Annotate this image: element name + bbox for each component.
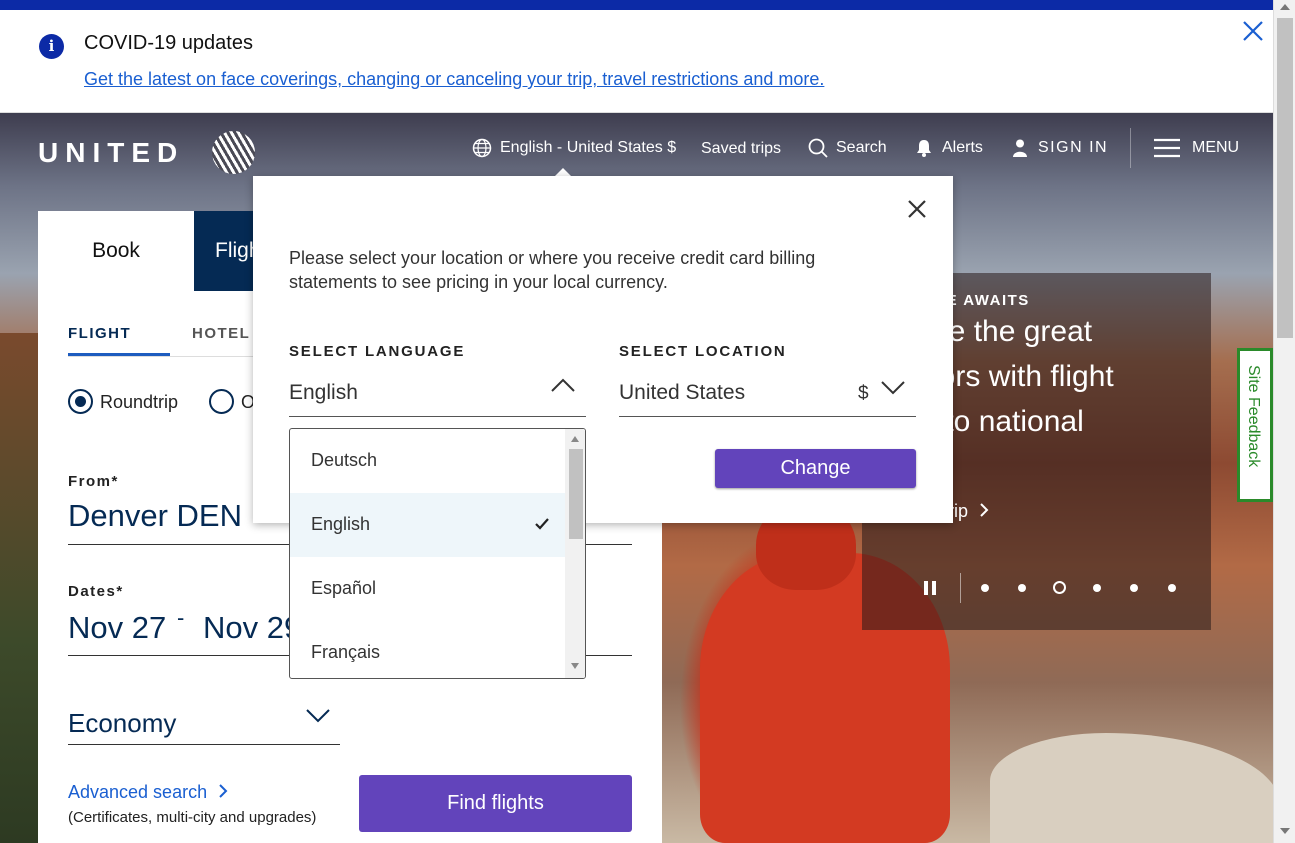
search-label: Search: [836, 139, 887, 156]
carousel-divider: [960, 573, 961, 603]
covid-link[interactable]: Get the latest on face coverings, changi…: [84, 69, 824, 90]
advanced-search-link[interactable]: Advanced search: [68, 782, 228, 803]
date-separator: -: [177, 605, 185, 630]
carousel-dot[interactable]: [981, 584, 989, 592]
top-stripe: [0, 0, 1273, 10]
language-underline: [289, 416, 586, 417]
language-option-selected[interactable]: English: [290, 493, 565, 557]
language-option-label: English: [311, 514, 371, 534]
location-underline: [619, 416, 916, 417]
popup-description: Please select your location or where you…: [289, 248, 816, 292]
checkmark-icon: [535, 518, 549, 530]
menu-label: MENU: [1192, 139, 1240, 156]
page-scrollbar[interactable]: [1273, 0, 1295, 843]
sign-in-link[interactable]: SIGN IN: [1010, 138, 1108, 158]
saved-trips-label: Saved trips: [701, 140, 782, 157]
carousel-dot[interactable]: [1168, 584, 1176, 592]
close-icon[interactable]: [906, 198, 928, 220]
change-button[interactable]: Change: [715, 449, 916, 488]
alerts-link[interactable]: Alerts: [914, 138, 983, 158]
pause-icon[interactable]: [924, 581, 936, 595]
roundtrip-label: Roundtrip: [100, 392, 179, 412]
scroll-down-arrow[interactable]: [1280, 828, 1290, 834]
united-logo-text[interactable]: UNITED: [38, 137, 184, 169]
search-icon: [808, 138, 828, 158]
dates-label: Dates*: [68, 583, 124, 600]
cabin-select[interactable]: Economy: [68, 708, 176, 739]
chevron-down-icon[interactable]: [881, 381, 905, 395]
location-select[interactable]: United States: [619, 381, 745, 405]
dropdown-scrollbar-thumb[interactable]: [569, 449, 583, 539]
chevron-right-icon: [219, 784, 228, 798]
carousel-dot[interactable]: [1018, 584, 1026, 592]
chevron-down-icon[interactable]: [306, 709, 330, 723]
site-feedback-label: Site Feedback: [1245, 365, 1262, 468]
dropdown-scroll-down[interactable]: [571, 663, 579, 669]
bell-icon: [917, 140, 931, 157]
info-icon: i: [39, 34, 64, 59]
date-end-input[interactable]: Nov 29: [203, 610, 301, 646]
currency-symbol: $: [858, 383, 869, 404]
covid-banner: i COVID-19 updates Get the latest on fac…: [0, 10, 1273, 113]
scrollbar-thumb[interactable]: [1277, 18, 1293, 338]
carousel-dot[interactable]: [1130, 584, 1138, 592]
date-start-input[interactable]: Nov 27: [68, 610, 166, 646]
nav-divider: [1130, 128, 1131, 168]
chevron-right-icon: [980, 503, 989, 517]
advanced-search-subtext: (Certificates, multi-city and upgrades): [68, 809, 317, 826]
chevron-up-icon[interactable]: [551, 378, 575, 392]
hero-rock: [990, 733, 1273, 843]
carousel-dot-active[interactable]: [1053, 581, 1066, 594]
user-icon: [1013, 139, 1027, 157]
covid-title: COVID-19 updates: [84, 32, 253, 54]
subtab-flight[interactable]: FLIGHT: [68, 325, 131, 342]
alerts-label: Alerts: [942, 139, 983, 156]
select-language-label: SELECT LANGUAGE: [289, 343, 466, 360]
language-select[interactable]: English: [289, 381, 358, 405]
united-globe-icon[interactable]: [212, 131, 255, 174]
select-location-label: SELECT LOCATION: [619, 343, 787, 360]
hamburger-icon: [1154, 138, 1180, 158]
from-input[interactable]: Denver DEN: [68, 498, 242, 534]
cabin-underline: [68, 744, 340, 745]
dropdown-scroll-up[interactable]: [571, 436, 579, 442]
scroll-up-arrow[interactable]: [1280, 4, 1290, 10]
tab-book[interactable]: Book: [38, 211, 194, 291]
saved-trips-link[interactable]: Saved trips: [701, 140, 781, 158]
site-feedback-tab[interactable]: Site Feedback: [1237, 348, 1273, 502]
language-option[interactable]: Deutsch: [290, 429, 565, 493]
dropdown-scrollbar[interactable]: [565, 429, 585, 678]
oneway-radio[interactable]: [209, 389, 234, 414]
language-option[interactable]: Español: [290, 557, 565, 621]
subtab-hotel[interactable]: HOTEL: [192, 325, 250, 342]
carousel-dot[interactable]: [1093, 584, 1101, 592]
sign-in-label: SIGN IN: [1038, 139, 1109, 156]
close-icon[interactable]: [1240, 18, 1266, 44]
subtab-active-indicator: [68, 353, 170, 356]
from-label: From*: [68, 473, 119, 490]
globe-icon: [472, 138, 492, 158]
find-flights-button[interactable]: Find flights: [359, 775, 632, 832]
language-option[interactable]: Français: [290, 621, 565, 678]
popup-caret: [555, 168, 571, 176]
roundtrip-radio[interactable]: [68, 389, 93, 414]
search-link[interactable]: Search: [808, 138, 887, 158]
language-label: English - United States $: [500, 139, 677, 156]
language-selector[interactable]: English - United States $: [472, 138, 676, 158]
menu-button[interactable]: MENU: [1154, 138, 1239, 158]
language-dropdown-list: Deutsch English Español Français: [289, 428, 586, 679]
advanced-search-label: Advanced search: [68, 782, 208, 802]
